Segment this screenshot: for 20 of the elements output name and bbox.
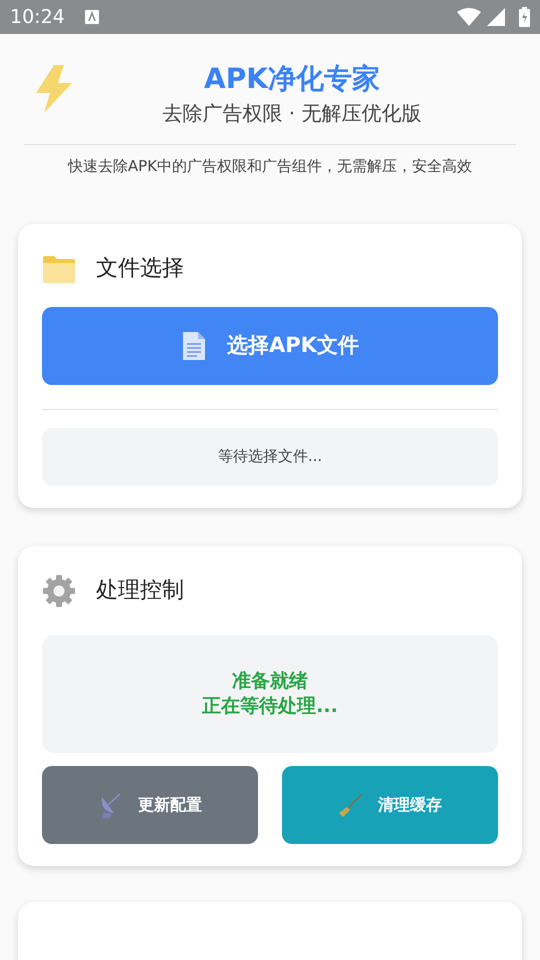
clear-cache-button[interactable]: 清理缓存 — [282, 766, 498, 844]
app-description: 快速去除APK中的广告权限和广告组件，无需解压，安全高效 — [66, 156, 474, 177]
wifi-icon — [457, 8, 481, 26]
update-config-button[interactable]: 更新配置 — [42, 766, 258, 844]
status-text: 正在等待处理... — [202, 694, 338, 718]
app-title: APK净化专家 — [204, 65, 380, 93]
select-apk-button[interactable]: 选择APK文件 — [42, 306, 498, 384]
card-title: 文件选择 — [96, 255, 184, 283]
status-text: 准备就绪 — [232, 668, 308, 694]
gear-icon — [42, 574, 76, 608]
document-icon — [181, 330, 208, 360]
keyboard-icon — [84, 10, 99, 24]
signal-icon — [487, 8, 505, 26]
battery-icon — [519, 7, 530, 27]
file-status: 等待选择文件... — [42, 428, 498, 486]
app-subtitle: 去除广告权限 · 无解压优化版 — [162, 103, 422, 123]
card-title: 处理控制 — [96, 577, 184, 605]
broom-icon — [338, 792, 364, 818]
status-time: 10:24 — [10, 4, 65, 30]
folder-icon — [42, 254, 76, 284]
